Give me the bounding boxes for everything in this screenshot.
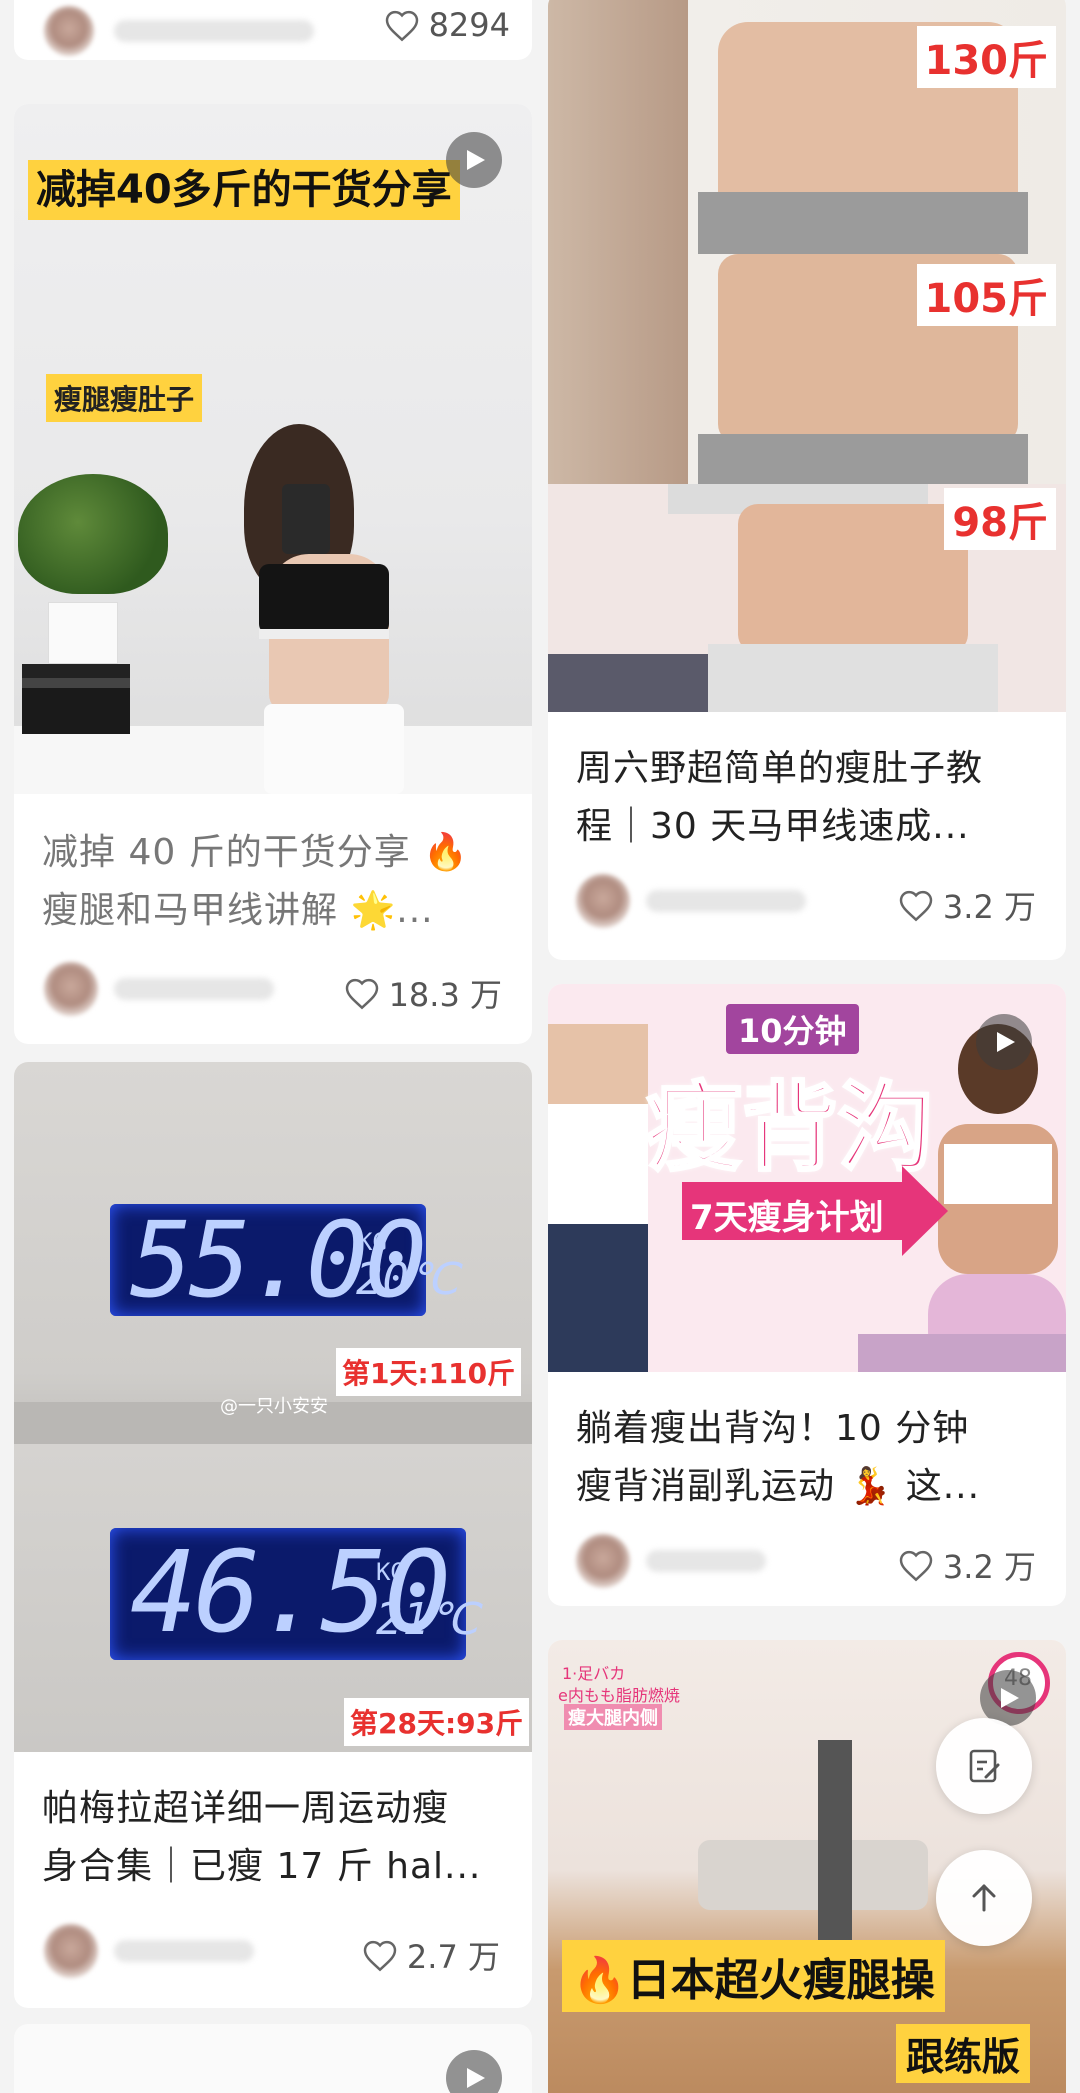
feed-card[interactable]: 减掉40多斤的干货分享 瘦腿瘦肚子 减掉 40 斤的干货分享 🔥 瘦腿和马甲线讲… (14, 104, 532, 1044)
feed-card[interactable]: 55.00 KG 20℃ 46.50 KG 21℃ 第1天:110斤 第28天:… (14, 1062, 532, 2008)
person-left (548, 1024, 648, 1372)
card-title-line: 瘦腿和马甲线讲解 🌟... (42, 890, 434, 931)
edit-note-icon (969, 1749, 1000, 1783)
like-count-text: 3.2 万 (942, 888, 1036, 926)
legs (818, 1740, 852, 1940)
heart-icon (363, 1940, 397, 1972)
like-count[interactable]: 3.2 万 (897, 882, 1036, 928)
author-avatar[interactable] (44, 6, 94, 56)
sub-banner: 跟练版 (895, 2024, 1030, 2083)
like-count-text: 3.2 万 (942, 1548, 1036, 1586)
weight-label: 130斤 (916, 26, 1056, 88)
card-title-line: 周六野超简单的瘦肚子教 (576, 748, 984, 789)
scale-unit: KG (358, 1228, 387, 1256)
play-icon (467, 2068, 485, 2088)
feed-card[interactable]: 130斤 105斤 98斤 周六野超简单的瘦肚子教 程｜30 天马甲线速成...… (548, 0, 1066, 960)
cover-image[interactable]: 10分钟 瘦背沟 7天瘦身计划 (548, 984, 1066, 1372)
arrow-up-icon (972, 1884, 996, 1912)
card-title-line: 身合集｜已瘦 17 斤 hal... (42, 1846, 482, 1887)
like-count[interactable]: 8294 (383, 6, 510, 44)
author-avatar[interactable] (576, 874, 630, 928)
person-right (928, 1024, 1066, 1372)
weight-label: 98斤 (944, 488, 1056, 550)
play-icon (997, 1032, 1015, 1052)
feed-card[interactable] (14, 2024, 532, 2093)
arrow-head (902, 1166, 948, 1256)
author-name-blurred[interactable] (114, 20, 314, 42)
author-name-blurred[interactable] (646, 890, 806, 912)
author-name-blurred[interactable] (114, 1940, 254, 1962)
badge: 10分钟 (726, 1004, 859, 1054)
like-count-text: 2.7 万 (406, 1938, 500, 1976)
like-count-text: 8294 (428, 6, 510, 44)
author-avatar[interactable] (44, 962, 98, 1016)
card-title-line: 躺着瘦出背沟！10 分钟 (576, 1408, 970, 1449)
watermark: @一只小安安 (220, 1396, 328, 1417)
author-avatar[interactable] (44, 1924, 98, 1978)
card-title-line: 程｜30 天马甲线速成... (576, 806, 970, 847)
scale-display-bottom: 46.50 KG 21℃ (110, 1528, 478, 1660)
books (22, 664, 130, 734)
play-button[interactable] (976, 1014, 1032, 1070)
author-name-blurred[interactable] (114, 978, 274, 1000)
heart-icon (899, 890, 933, 922)
cover-image[interactable]: 55.00 KG 20℃ 46.50 KG 21℃ 第1天:110斤 第28天:… (14, 1062, 532, 1752)
card-title[interactable]: 躺着瘦出背沟！10 分钟 瘦背消副乳运动 💃 这... (576, 1400, 1042, 1516)
heart-icon (345, 978, 378, 1010)
heart-icon (385, 10, 418, 42)
overlay-tag: 瘦腿瘦肚子 (46, 374, 203, 422)
heart-icon (899, 1550, 933, 1582)
corner-label: 1·足バカ (562, 1664, 626, 1683)
play-button[interactable] (446, 2050, 502, 2093)
like-count[interactable]: 3.2 万 (897, 1542, 1036, 1588)
cover-image[interactable]: 130斤 105斤 98斤 (548, 0, 1066, 712)
arrow-text: 7天瘦身计划 (690, 1198, 884, 1238)
like-count[interactable]: 18.3 万 (343, 970, 502, 1016)
cover-image[interactable]: 减掉40多斤的干货分享 瘦腿瘦肚子 (14, 104, 532, 794)
banner: 🔥日本超火瘦腿操 (562, 1940, 945, 2012)
sofa (698, 1840, 928, 1910)
scale-display-top: 55.00 KG 20℃ (110, 1204, 458, 1316)
card-title[interactable]: 减掉 40 斤的干货分享 🔥 瘦腿和马甲线讲解 🌟... (42, 824, 508, 940)
play-icon (467, 150, 485, 170)
big-title: 瘦背沟 (645, 1071, 936, 1186)
feed-card[interactable]: 8294 (14, 0, 532, 60)
person (204, 404, 434, 794)
card-title[interactable]: 帕梅拉超详细一周运动瘦 身合集｜已瘦 17 斤 hal... (42, 1780, 508, 1896)
card-title-line: 减掉 40 斤的干货分享 🔥 (42, 832, 469, 873)
overlay-title: 减掉40多斤的干货分享 (28, 160, 460, 220)
scale-temp: 21℃ (376, 1594, 479, 1645)
scroll-top-button[interactable] (936, 1850, 1032, 1946)
like-count[interactable]: 2.7 万 (361, 1932, 500, 1978)
corner-sub: e内もも脂肪燃焼 (558, 1686, 680, 1705)
card-title-line: 帕梅拉超详细一周运动瘦 (42, 1788, 450, 1829)
author-avatar[interactable] (576, 1534, 630, 1588)
plant (18, 474, 168, 594)
card-title-line: 瘦背消副乳运动 💃 这... (576, 1466, 981, 1507)
play-button[interactable] (446, 132, 502, 188)
plant-pot (48, 602, 118, 664)
feed-card[interactable]: 10分钟 瘦背沟 7天瘦身计划 躺着瘦出背沟！10 分钟 瘦背消副乳运动 💃 这… (548, 984, 1066, 1606)
scale-unit: KG (376, 1558, 405, 1586)
card-title[interactable]: 周六野超简单的瘦肚子教 程｜30 天马甲线速成... (576, 740, 1042, 856)
like-count-text: 18.3 万 (388, 976, 502, 1014)
play-icon (1001, 1688, 1019, 1708)
scale-temp: 20℃ (356, 1254, 459, 1305)
edit-note-button[interactable] (936, 1718, 1032, 1814)
day-label: 第1天:110斤 (336, 1348, 522, 1396)
weight-label: 105斤 (916, 264, 1056, 326)
floor-mat (858, 1334, 1066, 1372)
author-name-blurred[interactable] (646, 1550, 766, 1572)
day-label: 第28天:93斤 (344, 1698, 530, 1746)
corner-pink: 瘦大腿内侧 (564, 1704, 662, 1730)
